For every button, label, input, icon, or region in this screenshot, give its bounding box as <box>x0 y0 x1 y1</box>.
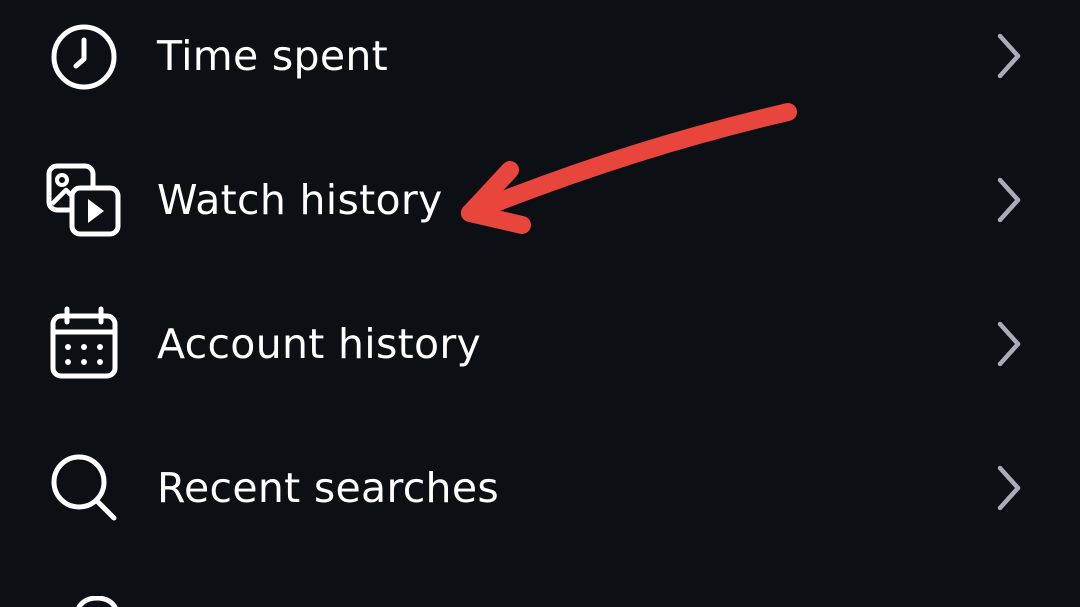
calendar-icon <box>46 306 124 384</box>
chevron-right-icon <box>990 318 1030 370</box>
menu-item-label: Time spent <box>157 32 389 80</box>
menu-item-time-spent[interactable]: Time spent <box>0 0 1080 128</box>
menu-item-label: Watch history <box>157 176 443 224</box>
chevron-right-icon <box>990 30 1030 82</box>
menu-item-account-history[interactable]: Account history <box>0 272 1080 416</box>
media-history-icon <box>46 162 124 240</box>
menu-item-watch-history[interactable]: Watch history <box>0 128 1080 272</box>
chevron-right-icon <box>990 174 1030 226</box>
menu-item-recent-searches[interactable]: Recent searches <box>0 416 1080 560</box>
clock-icon <box>46 18 124 96</box>
menu-item-label: Account history <box>157 320 482 368</box>
partially-visible-icon <box>72 596 122 607</box>
search-icon <box>46 450 124 528</box>
activity-menu-screen: Time spent Watch history Account history… <box>0 0 1080 607</box>
chevron-right-icon <box>990 462 1030 514</box>
menu-item-label: Recent searches <box>157 464 500 512</box>
